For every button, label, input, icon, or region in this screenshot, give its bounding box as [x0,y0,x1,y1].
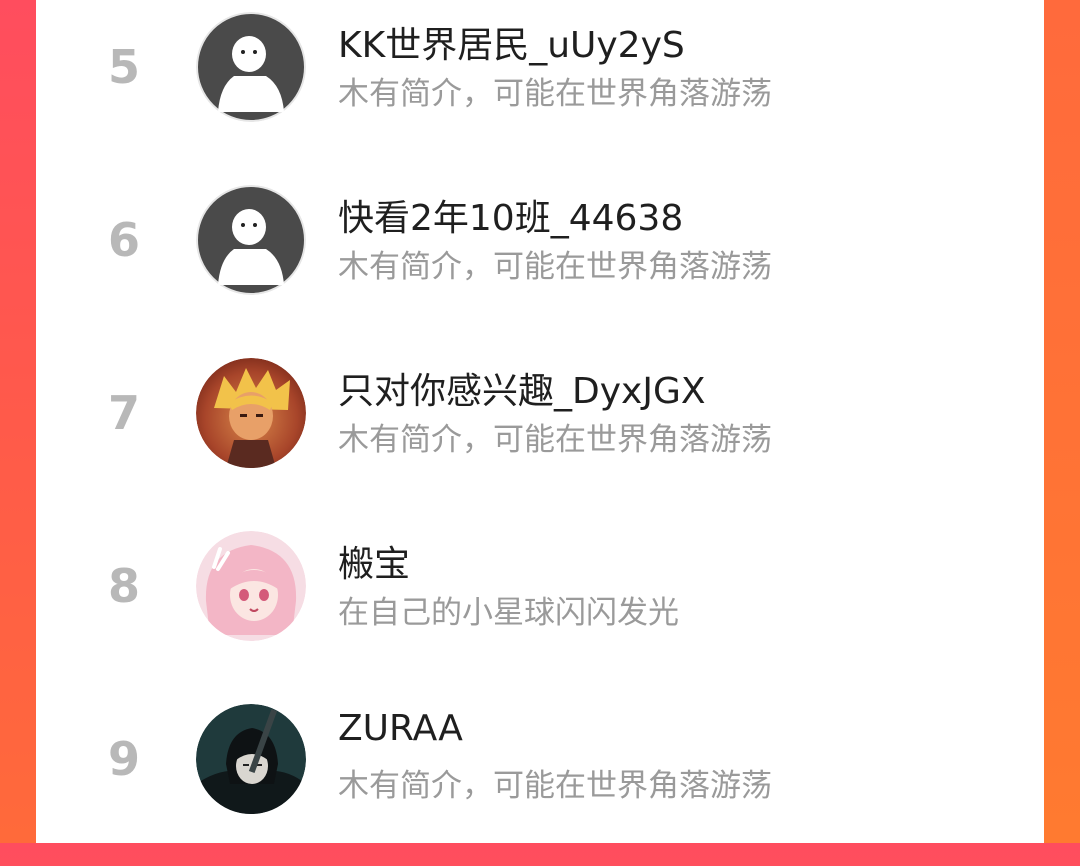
user-bio: 木有简介，可能在世界角落游荡 [338,768,772,804]
rank-number: 8 [107,559,140,613]
rank-number: 7 [107,386,140,440]
rank-number: 9 [107,732,140,786]
user-bio: 木有简介，可能在世界角落游荡 [338,249,772,285]
default-avatar-icon[interactable] [196,12,306,122]
rank-number: 5 [107,40,140,94]
list-item[interactable]: 8 㮽宝 在自己的小星球闪闪发光 [36,521,1044,693]
background-edge [1044,0,1080,843]
anime-avatar-dark[interactable] [196,704,306,814]
list-item[interactable]: 5 KK世界居民_uUy2yS 木有简介，可能在世界角落游荡 [36,2,1044,174]
user-bio: 在自己的小星球闪闪发光 [338,595,679,631]
user-name: 只对你感兴趣_DyxJGX [338,371,706,412]
user-bio: 木有简介，可能在世界角落游荡 [338,422,772,458]
anime-avatar-blonde[interactable] [196,358,306,468]
user-bio: 木有简介，可能在世界角落游荡 [338,76,772,112]
rank-number: 6 [107,213,140,267]
ranking-list: 5 KK世界居民_uUy2yS 木有简介，可能在世界角落游荡 6 快看2年10班… [36,0,1044,843]
list-item[interactable]: 6 快看2年10班_44638 木有简介，可能在世界角落游荡 [36,175,1044,347]
list-item[interactable]: 7 只对你感兴趣_DyxJGX 木有简介，可能在世界角落游荡 [36,348,1044,520]
user-name: 㮽宝 [338,544,411,585]
user-name: 快看2年10班_44638 [338,198,684,239]
user-name: ZURAA [338,708,463,749]
list-item[interactable]: 9 ZURAA 木有简介，可能在世界角落游荡 [36,694,1044,866]
anime-avatar-pink[interactable] [196,531,306,641]
default-avatar-icon[interactable] [196,185,306,295]
user-name: KK世界居民_uUy2yS [338,25,685,66]
